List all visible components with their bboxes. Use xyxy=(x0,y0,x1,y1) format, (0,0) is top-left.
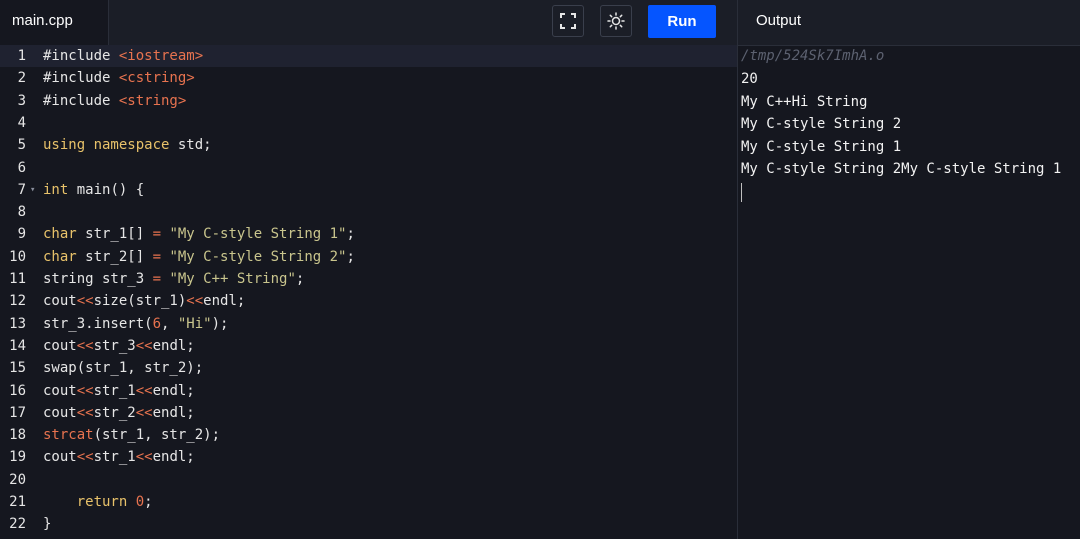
code-text: swap(str_1, str_2); xyxy=(43,360,204,377)
code-text: #include <cstring> xyxy=(43,70,195,87)
file-tab-label: main.cpp xyxy=(12,12,73,29)
run-button[interactable]: Run xyxy=(648,5,716,38)
code-line[interactable]: 11 string str_3 = "My C++ String"; xyxy=(0,268,737,290)
code-line[interactable]: 8 xyxy=(0,201,737,223)
line-number: 10 xyxy=(9,248,26,265)
code-line[interactable]: 9 char str_1[] = "My C-style String 1"; xyxy=(0,223,737,245)
line-number: 16 xyxy=(9,382,26,399)
code-text: char str_2[] = "My C-style String 2"; xyxy=(43,248,355,265)
code-text: int main() { xyxy=(43,181,145,198)
line-number: 7 xyxy=(17,181,26,198)
output-line: My C-style String 2My C-style String 1 xyxy=(741,161,1062,177)
line-number: 12 xyxy=(9,293,26,310)
line-number: 19 xyxy=(9,449,26,466)
output-line: My C++Hi String xyxy=(741,93,868,110)
code-text: } xyxy=(43,516,52,533)
code-line[interactable]: 14 cout<<str_3<<endl; xyxy=(0,335,737,357)
fold-chevron-icon[interactable]: ▾ xyxy=(30,179,35,201)
code-text: str_3.insert(6, "Hi"); xyxy=(43,315,229,332)
line-number: 17 xyxy=(9,404,26,421)
code-text: strcat(str_1, str_2); xyxy=(43,427,221,444)
code-text: char str_1[] = "My C-style String 1"; xyxy=(43,226,355,243)
panel-divider[interactable] xyxy=(737,0,738,539)
line-number: 18 xyxy=(9,427,26,444)
code-text: cout<<str_3<<endl; xyxy=(43,337,195,354)
line-number: 8 xyxy=(17,204,26,221)
code-line[interactable]: 10 char str_2[] = "My C-style String 2"; xyxy=(0,246,737,268)
code-line[interactable]: 16 cout<<str_1<<endl; xyxy=(0,380,737,402)
line-number: 15 xyxy=(9,360,26,377)
line-number: 1 xyxy=(17,48,26,64)
fullscreen-button[interactable] xyxy=(552,5,584,37)
output-line: My C-style String 1 xyxy=(741,138,902,155)
code-line[interactable]: 20 xyxy=(0,469,737,491)
code-line[interactable]: 2 #include <cstring> xyxy=(0,67,737,89)
code-line[interactable]: 6 xyxy=(0,157,737,179)
text-cursor xyxy=(741,183,742,202)
line-number: 6 xyxy=(17,159,26,176)
code-line[interactable]: 18 strcat(str_1, str_2); xyxy=(0,424,737,446)
code-text: cout<<str_1<<endl; xyxy=(43,449,195,466)
line-number: 9 xyxy=(17,226,26,243)
line-number: 14 xyxy=(9,337,26,354)
code-line[interactable]: 7 ▾ int main() { xyxy=(0,179,737,201)
output-title: Output xyxy=(756,12,802,29)
line-number: 5 xyxy=(17,137,26,154)
line-number: 13 xyxy=(9,315,26,332)
code-line[interactable]: 15 swap(str_1, str_2); xyxy=(0,357,737,379)
code-text: #include <iostream> xyxy=(43,48,204,64)
code-line[interactable]: 13 str_3.insert(6, "Hi"); xyxy=(0,313,737,335)
top-bar: main.cpp Run Output xyxy=(0,0,1080,46)
code-text: using namespace std; xyxy=(43,137,212,154)
code-line[interactable]: 3 #include <string> xyxy=(0,90,737,112)
line-number: 11 xyxy=(9,271,26,287)
code-text: cout<<str_1<<endl; xyxy=(43,382,195,399)
output-line: My C-style String 2 xyxy=(741,116,902,132)
line-number: 2 xyxy=(17,70,26,87)
code-text: string str_3 = "My C++ String"; xyxy=(43,271,305,287)
line-number: 20 xyxy=(9,471,26,488)
line-number: 4 xyxy=(17,114,26,131)
code-line[interactable]: 12 cout<<size(str_1)<<endl; xyxy=(0,290,737,312)
theme-toggle-button[interactable] xyxy=(600,5,632,37)
output-line: 20 xyxy=(741,71,758,87)
code-text: cout<<size(str_1)<<endl; xyxy=(43,293,246,310)
code-line[interactable]: 22 } xyxy=(0,513,737,535)
output-path-line: /tmp/524Sk7ImhA.o xyxy=(741,48,885,64)
file-tab-main-cpp[interactable]: main.cpp xyxy=(0,0,109,45)
code-editor[interactable]: 1 #include <iostream> 2 #include <cstrin… xyxy=(0,45,737,539)
code-text: cout<<str_2<<endl; xyxy=(43,404,195,421)
line-number: 22 xyxy=(9,516,26,533)
line-number: 21 xyxy=(9,494,26,510)
fullscreen-icon xyxy=(560,13,576,29)
line-number: 3 xyxy=(17,92,26,109)
code-playground: main.cpp Run Output 1 #include <iostream… xyxy=(0,0,1080,539)
code-line[interactable]: 21 return 0; xyxy=(0,491,737,513)
code-text: #include <string> xyxy=(43,92,187,109)
code-line[interactable]: 1 #include <iostream> xyxy=(0,45,737,68)
code-line[interactable]: 5 using namespace std; xyxy=(0,134,737,156)
code-line[interactable]: 19 cout<<str_1<<endl; xyxy=(0,446,737,468)
output-panel[interactable]: /tmp/524Sk7ImhA.o 20 My C++Hi String My … xyxy=(741,45,1080,539)
code-text: return 0; xyxy=(43,494,153,510)
sun-icon xyxy=(607,12,625,30)
code-line[interactable]: 4 xyxy=(0,112,737,134)
code-line[interactable]: 17 cout<<str_2<<endl; xyxy=(0,402,737,424)
